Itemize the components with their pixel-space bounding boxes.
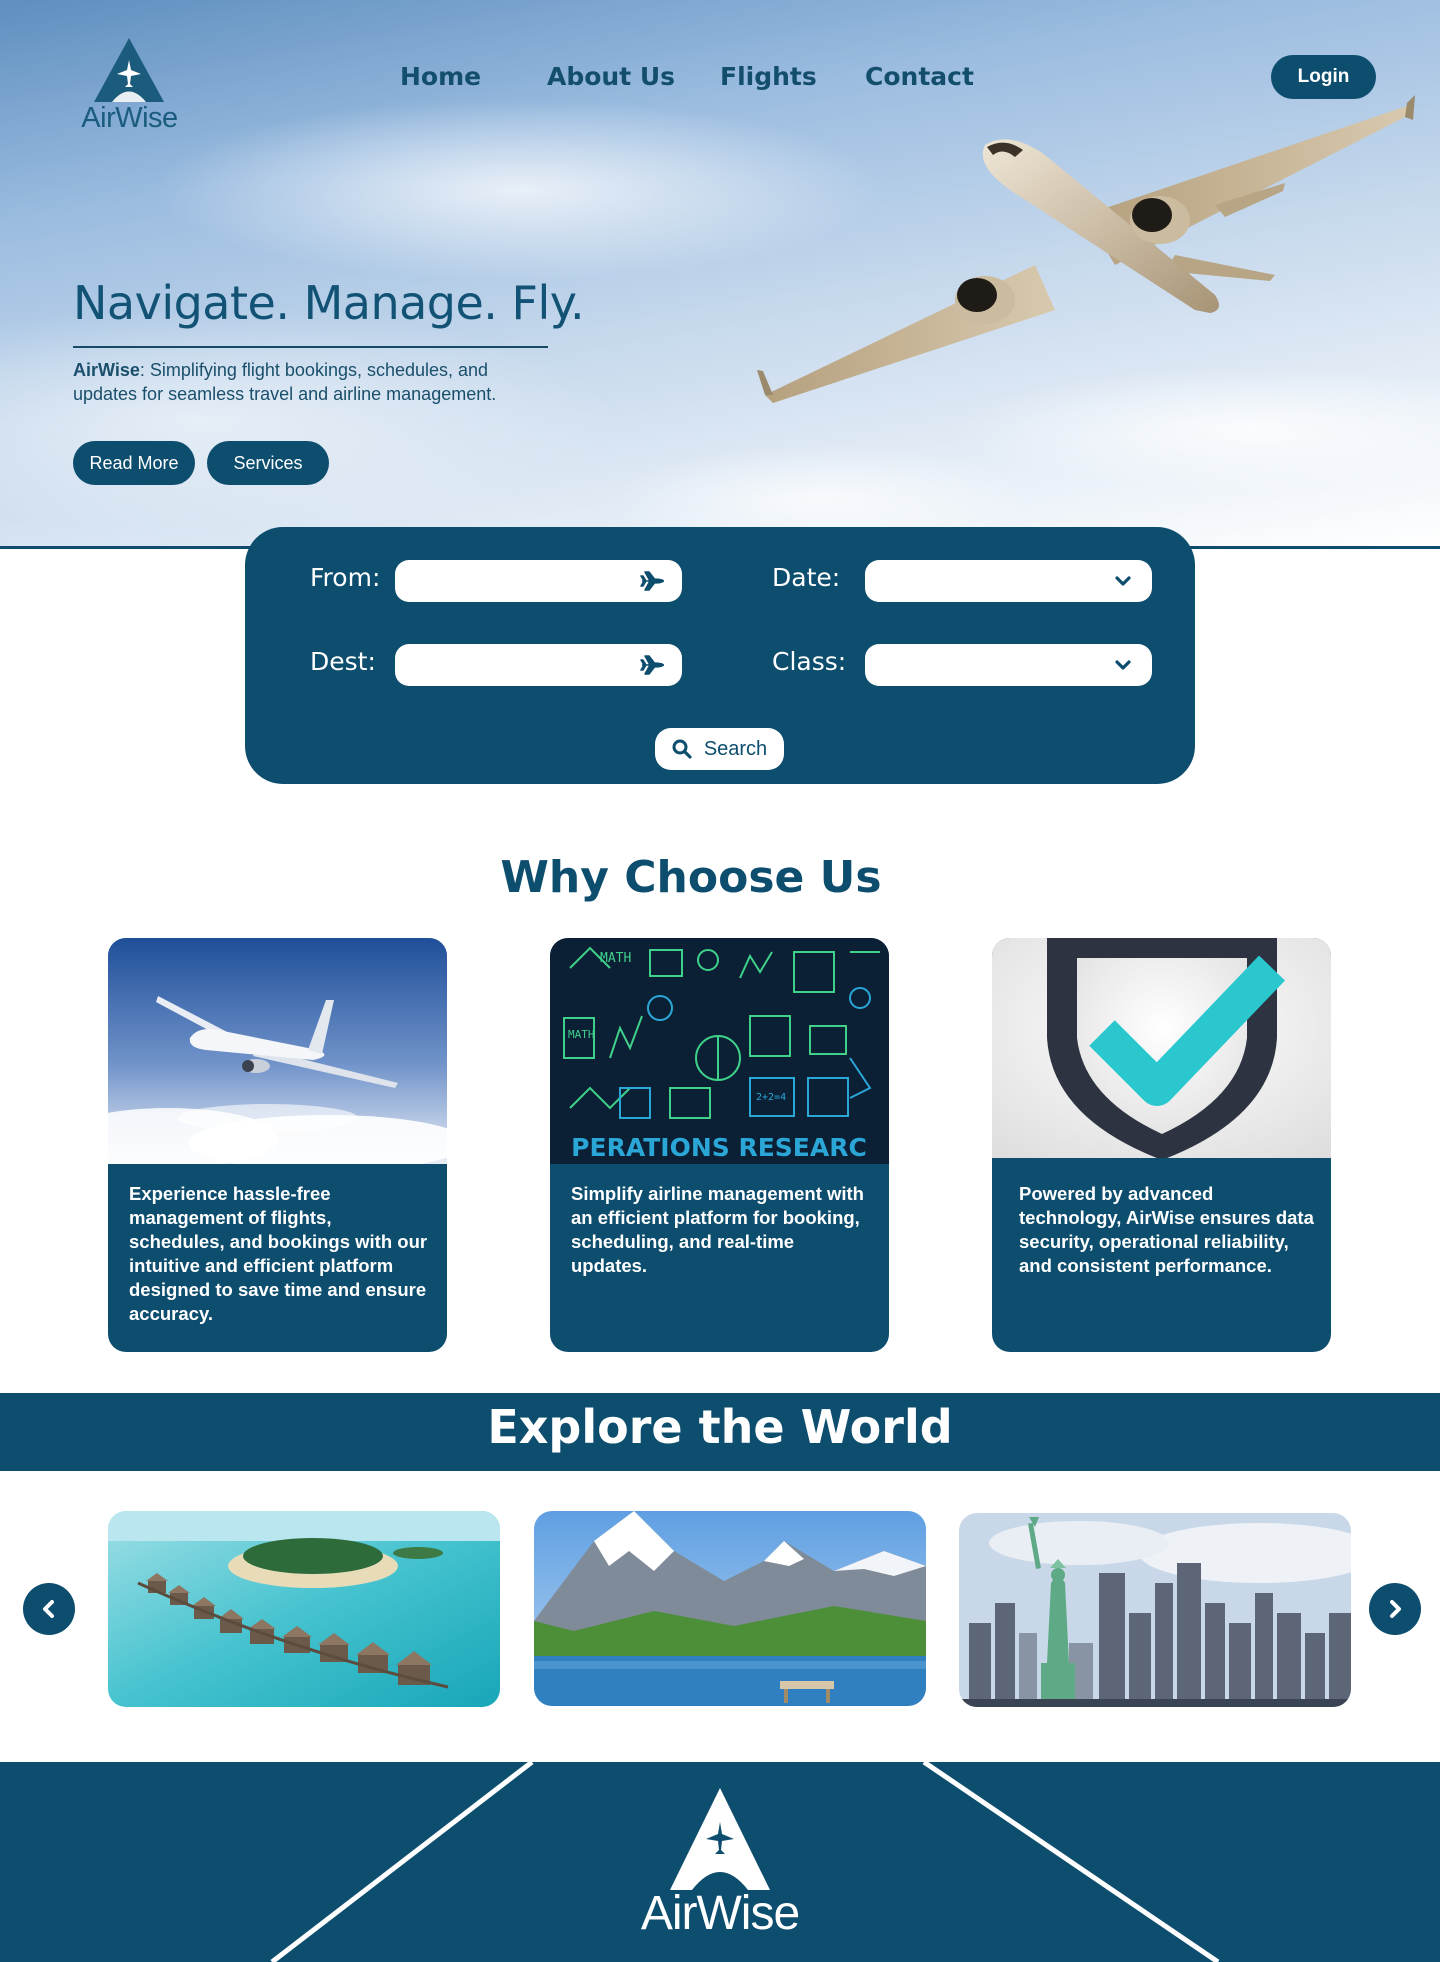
footer: AirWise: [0, 1762, 1440, 1962]
card-2-image-caption: PERATIONS RESEARC: [571, 1133, 867, 1162]
hero-description: AirWise: Simplifying flight bookings, sc…: [73, 358, 553, 406]
airplane-image: [757, 95, 1415, 403]
destination-image-alps[interactable]: [534, 1511, 926, 1706]
why-choose-us-title: Why Choose Us: [500, 852, 882, 903]
nav-item-contact[interactable]: Contact: [865, 62, 974, 91]
logo-icon: [94, 38, 164, 102]
search-button-label: Search: [703, 737, 768, 760]
nav-item-flights[interactable]: Flights: [720, 62, 817, 91]
feature-card-1: Experience hassle-free management of fli…: [108, 938, 447, 1352]
feature-card-2: MATH MATH 2+2=4 PERATIONS RESEARC Simpli…: [550, 938, 889, 1352]
brand-logo[interactable]: AirWise: [72, 36, 187, 136]
card-2-image-word-1: MATH: [600, 951, 631, 966]
footer-logo-icon: [670, 1788, 770, 1890]
plane-icon: [640, 571, 664, 591]
search-button[interactable]: Search: [655, 728, 784, 770]
from-input[interactable]: [395, 560, 682, 602]
hero-section: AirWise Home About Us Flights Contact Lo…: [0, 0, 1440, 548]
carousel-prev-button[interactable]: [23, 1583, 75, 1635]
chevron-down-icon: [1115, 660, 1131, 670]
plane-icon: [640, 655, 664, 675]
feature-image-operations-research: MATH MATH 2+2=4 PERATIONS RESEARC: [550, 938, 889, 1164]
destination-image-new-york[interactable]: [959, 1513, 1351, 1707]
explore-title: Explore the World: [487, 1400, 953, 1454]
services-button[interactable]: Services: [207, 441, 329, 485]
search-icon: [672, 739, 692, 759]
class-select[interactable]: [865, 644, 1152, 686]
feature-image-shield: [992, 938, 1331, 1158]
class-label: Class:: [772, 647, 847, 676]
brand-name: AirWise: [81, 102, 178, 134]
footer-brand-name: AirWise: [640, 1887, 800, 1940]
hero-title: Navigate. Manage. Fly.: [73, 276, 585, 330]
feature-image-plane: [108, 938, 447, 1164]
from-label: From:: [310, 563, 381, 592]
dest-label: Dest:: [310, 647, 376, 676]
read-more-button[interactable]: Read More: [73, 441, 195, 485]
feature-card-3-text: Powered by advanced technology, AirWise …: [1019, 1183, 1314, 1276]
carousel-next-button[interactable]: [1369, 1583, 1421, 1635]
nav-item-home[interactable]: Home: [400, 62, 481, 91]
date-label: Date:: [772, 563, 841, 592]
nav-item-about-us[interactable]: About Us: [547, 62, 675, 91]
login-button[interactable]: Login: [1271, 55, 1376, 99]
chevron-left-icon: [43, 1600, 54, 1618]
card-2-image-word-2: MATH: [568, 1028, 595, 1041]
hero-desc-brand: AirWise: [73, 360, 140, 380]
hero-divider: [73, 346, 548, 348]
chevron-down-icon: [1115, 576, 1131, 586]
chevron-right-icon: [1390, 1600, 1401, 1618]
feature-card-1-text: Experience hassle-free management of fli…: [129, 1183, 428, 1324]
dest-input[interactable]: [395, 644, 682, 686]
feature-card-2-text: Simplify airline management with an effi…: [571, 1183, 864, 1276]
flight-search-panel: From: Dest: Date: Class: Search: [245, 527, 1195, 784]
destination-image-maldives[interactable]: [108, 1511, 500, 1707]
card-2-image-word-3: 2+2=4: [756, 1092, 786, 1103]
date-select[interactable]: [865, 560, 1152, 602]
feature-card-3: Powered by advanced technology, AirWise …: [992, 938, 1331, 1352]
